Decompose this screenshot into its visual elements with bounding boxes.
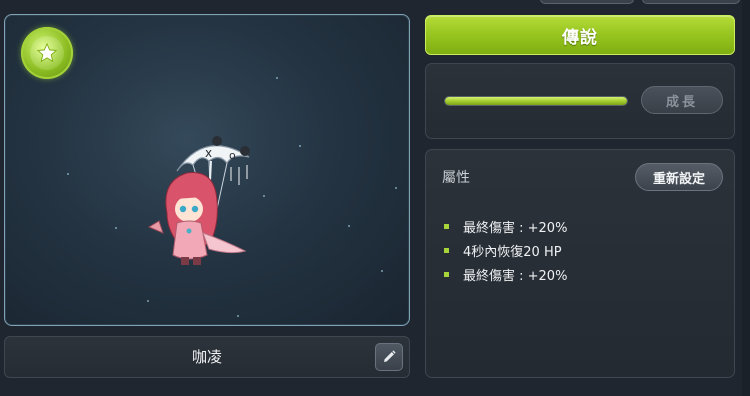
sparkle-particle <box>381 270 383 272</box>
svg-text:o: o <box>229 149 236 162</box>
star-icon <box>21 27 73 79</box>
growth-progress-bar <box>444 96 628 106</box>
reset-attributes-button[interactable]: 重新設定 <box>635 163 723 191</box>
top-tab-right[interactable] <box>642 0 740 4</box>
growth-panel: 成長 <box>425 63 735 139</box>
sparkle-particle <box>115 227 117 229</box>
pencil-icon <box>384 350 396 362</box>
sparkle-particle <box>276 77 278 79</box>
top-tab-left[interactable] <box>540 0 634 4</box>
edit-name-button[interactable] <box>375 343 403 371</box>
attribute-list: 最終傷害 : +20% 4秒內恢復20 HP 最終傷害 : +20% <box>444 214 567 286</box>
svg-text:x: x <box>205 146 212 160</box>
character-name-bar: 咖凌 <box>4 336 410 378</box>
growth-progress-fill <box>445 97 627 105</box>
sparkle-particle <box>237 315 239 317</box>
growth-button[interactable]: 成長 <box>641 86 723 114</box>
sparkle-particle <box>147 300 149 302</box>
window-edge <box>742 0 750 396</box>
character-preview: x o <box>4 14 410 326</box>
list-item: 4秒內恢復20 HP <box>444 238 567 262</box>
attributes-title: 屬性 <box>442 170 470 186</box>
attribute-text: 最終傷害 : +20% <box>463 220 568 236</box>
bullet-icon <box>444 247 449 253</box>
list-item: 最終傷害 : +20% <box>444 214 567 238</box>
bullet-icon <box>444 271 449 277</box>
attribute-text: 最終傷害 : +20% <box>463 268 568 284</box>
rank-button[interactable]: 傳說 <box>425 15 735 55</box>
sparkle-particle <box>67 173 69 175</box>
character-avatar: x o <box>147 136 250 265</box>
sparkle-particle <box>299 145 301 147</box>
character-name: 咖凌 <box>191 348 222 366</box>
sparkle-particle <box>348 225 350 227</box>
attribute-text: 4秒內恢復20 HP <box>463 244 562 260</box>
sparkle-particle <box>395 187 397 189</box>
list-item: 最終傷害 : +20% <box>444 262 567 286</box>
attributes-panel: 屬性 重新設定 最終傷害 : +20% 4秒內恢復20 HP 最終傷害 : +2… <box>425 149 735 378</box>
bullet-icon <box>444 223 449 229</box>
